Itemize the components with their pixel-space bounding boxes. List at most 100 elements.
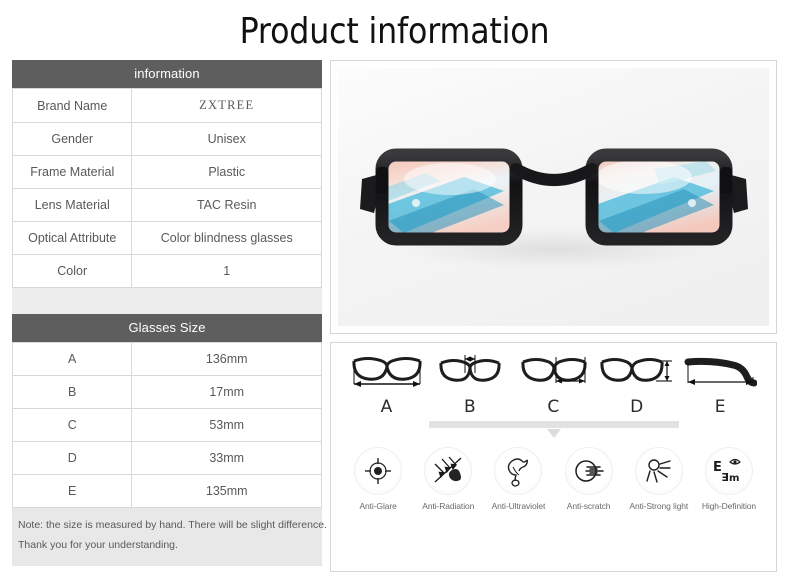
info-value-color: 1	[131, 254, 322, 288]
feature-label: Anti-Ultraviolet	[491, 501, 546, 511]
info-value-brand-name: ZXTREE	[131, 88, 322, 123]
feature-circle	[354, 447, 403, 495]
features-panel: A B C D E Anti-Glare Anti-Radiation Anti…	[330, 342, 777, 572]
bird-dove-icon	[508, 458, 529, 487]
diagram-e: E	[679, 351, 762, 417]
size-key-c: C	[11, 408, 133, 442]
table-row: Lens Material TAC Resin	[11, 188, 322, 222]
feature-circle	[424, 447, 473, 495]
product-photo-stage	[338, 68, 769, 326]
table-row: Frame Material Plastic	[11, 155, 322, 189]
svg-text:E: E	[713, 460, 722, 475]
right-lens-marking	[687, 199, 696, 208]
table-separator	[12, 288, 322, 314]
feature-anti-ultraviolet: Anti-Ultraviolet	[483, 447, 553, 511]
table-row: C 53mm	[11, 408, 322, 442]
feature-label: Anti-Radiation	[422, 501, 475, 511]
feature-label: Anti-scratch	[566, 501, 611, 511]
glasses-lens-width-diagram	[521, 357, 587, 384]
size-note-line-2: Thank you for your understanding.	[18, 538, 178, 551]
info-key-optical-attribute: Optical Attribute	[11, 221, 133, 255]
left-lens-marking	[411, 199, 420, 208]
info-value-lens-material: TAC Resin	[131, 188, 322, 222]
table-row: Color 1	[11, 254, 322, 288]
eye-chart-icon: E E m	[713, 458, 741, 484]
size-value-a: 136mm	[131, 342, 322, 376]
glasses-bridge-width-diagram	[439, 355, 501, 382]
feature-anti-radiation: Anti-Radiation	[413, 447, 483, 511]
main-layout: information Brand Name ZXTREE Gender Uni…	[0, 60, 789, 572]
table-row: E 135mm	[11, 474, 322, 508]
product-photo-panel	[330, 60, 777, 334]
glasses-temple-length-diagram	[684, 357, 758, 387]
feature-label: Anti-Glare	[359, 501, 397, 511]
glasses-size-table-caption: Glasses Size	[12, 314, 322, 342]
radiation-arrows-icon	[434, 456, 462, 483]
glasses-size-table: Glasses Size A 136mm B 17mm C 53mm D 33m…	[11, 314, 322, 508]
info-value-frame-material: Plastic	[131, 155, 322, 189]
size-key-e: E	[11, 474, 133, 508]
divider-bar	[428, 421, 679, 428]
table-row: Optical Attribute Color blindness glasse…	[11, 221, 322, 255]
left-hinge	[375, 167, 388, 194]
page-title: Product information	[239, 11, 550, 52]
info-key-color: Color	[11, 254, 133, 288]
target-crosshair-icon	[365, 458, 392, 484]
glasses-lens-height-diagram	[600, 358, 672, 382]
size-key-b: B	[11, 375, 133, 409]
diagram-letter-a: A	[380, 397, 393, 417]
diagram-letter-c: C	[547, 397, 560, 417]
section-divider	[339, 421, 768, 441]
diagram-c: C	[512, 351, 595, 417]
table-row: A 136mm	[11, 342, 322, 376]
feature-high-definition: E E m High-Definition	[694, 447, 764, 511]
measurement-diagram-row: A B C D E	[339, 349, 768, 417]
size-value-c: 53mm	[131, 408, 322, 442]
info-key-gender: Gender	[11, 122, 133, 156]
right-lens	[591, 155, 726, 240]
size-key-d: D	[11, 441, 133, 475]
table-row: B 17mm	[11, 375, 322, 409]
divider-triangle-icon	[546, 429, 561, 438]
info-key-lens-material: Lens Material	[11, 188, 133, 222]
diagram-d: D	[595, 351, 678, 417]
feature-anti-strong-light: Anti-Strong light	[624, 447, 694, 511]
bridge	[509, 163, 598, 187]
feature-label: Anti-Strong light	[629, 501, 689, 511]
information-table-caption: information	[12, 60, 322, 88]
right-hinge	[719, 167, 732, 194]
circle-speedlines-icon	[574, 460, 604, 482]
feature-icon-row: Anti-Glare Anti-Radiation Anti-Ultraviol…	[339, 443, 768, 567]
size-value-b: 17mm	[131, 375, 322, 409]
diagram-b: B	[428, 351, 511, 417]
right-column: A B C D E Anti-Glare Anti-Radiation Anti…	[330, 60, 777, 572]
feature-circle	[564, 447, 613, 495]
feature-anti-glare: Anti-Glare	[343, 447, 413, 511]
info-key-frame-material: Frame Material	[11, 155, 133, 189]
svg-text:m: m	[729, 473, 739, 484]
info-value-optical-attribute: Color blindness glasses	[131, 221, 322, 255]
diagram-letter-d: D	[630, 397, 644, 417]
glasses-product-image	[359, 148, 748, 270]
info-value-gender: Unisex	[131, 122, 322, 156]
size-note: Note: the size is measured by hand. Ther…	[12, 508, 327, 566]
table-row: Brand Name ZXTREE	[11, 88, 322, 123]
size-value-e: 135mm	[131, 474, 322, 508]
left-column: information Brand Name ZXTREE Gender Uni…	[11, 60, 327, 572]
info-key-brand-name: Brand Name	[11, 88, 133, 123]
feature-circle: E E m	[704, 447, 753, 495]
size-value-d: 33mm	[131, 441, 322, 475]
feature-label: High-Definition	[701, 501, 757, 511]
feature-anti-scratch: Anti-scratch	[554, 447, 624, 511]
feature-circle	[634, 447, 683, 495]
diagram-a: A	[345, 351, 428, 417]
left-lens	[381, 155, 516, 240]
information-table: information Brand Name ZXTREE Gender Uni…	[11, 60, 322, 288]
svg-text:E: E	[721, 470, 729, 483]
feature-circle	[494, 447, 543, 495]
size-note-line-1: Note: the size is measured by hand. Ther…	[18, 519, 327, 531]
sun-rays-icon	[646, 459, 671, 483]
table-row: D 33mm	[11, 441, 322, 475]
size-key-a: A	[11, 342, 133, 376]
table-row: Gender Unisex	[11, 122, 322, 156]
